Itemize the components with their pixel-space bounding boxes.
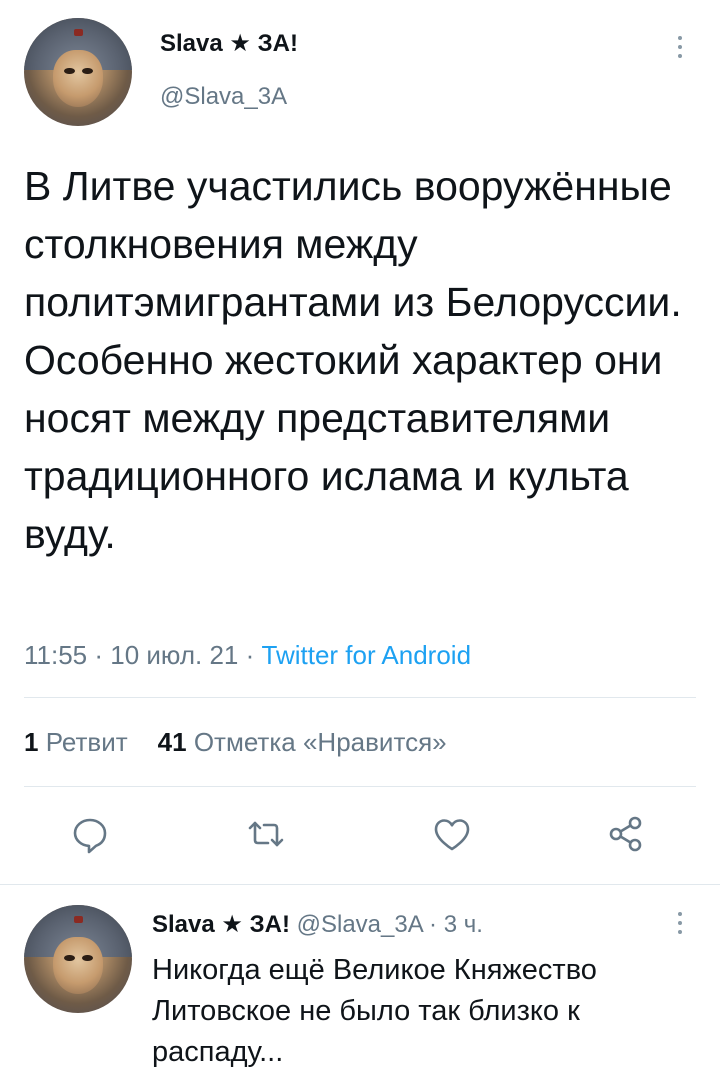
meta-separator: · xyxy=(87,640,111,670)
main-tweet: Slava ★ ЗА! @Slava_3A В Литве участились… xyxy=(0,0,720,885)
avatar[interactable] xyxy=(24,18,132,126)
avatar-badge xyxy=(73,915,84,924)
likes-stat[interactable]: 41 Отметка «Нравится» xyxy=(158,727,447,757)
author-display-name[interactable]: Slava ★ ЗА! xyxy=(160,29,298,58)
meta-separator: · xyxy=(422,911,444,938)
meta-separator: · xyxy=(238,640,262,670)
share-button[interactable] xyxy=(604,812,648,856)
avatar-face xyxy=(53,50,103,107)
reply-header: Slava ★ ЗА! @Slava_3A · 3 ч. xyxy=(152,910,483,939)
more-options-icon[interactable] xyxy=(675,36,685,63)
likes-count: 41 xyxy=(157,727,187,757)
tweet-meta: 11:55 · 10 июл. 21 · Twitter for Android xyxy=(24,640,471,671)
author-handle[interactable]: @Slava_3A xyxy=(160,83,287,111)
retweets-stat[interactable]: 1 Ретвит xyxy=(24,727,128,757)
reply-display-name[interactable]: Slava ★ ЗА! xyxy=(152,911,290,938)
tweet-source-link[interactable]: Twitter for Android xyxy=(262,640,472,670)
retweet-button[interactable] xyxy=(244,812,288,856)
avatar-eye xyxy=(63,67,75,75)
divider xyxy=(24,697,696,698)
tweet-separator xyxy=(0,884,720,885)
retweets-count: 1 xyxy=(24,727,39,757)
tweet-date: 10 июл. 21 xyxy=(110,640,239,670)
reply-handle[interactable]: @Slava_3A xyxy=(297,911,423,938)
likes-label: Отметка «Нравится» xyxy=(193,727,447,757)
tweet-text: В Литве участились вооружённые столкнове… xyxy=(24,163,682,557)
reply-text: Никогда ещё Великое Княжество Литовское … xyxy=(152,954,597,1068)
avatar-badge xyxy=(73,28,84,37)
reply-avatar[interactable] xyxy=(24,905,132,1013)
divider xyxy=(24,786,696,787)
avatar-face xyxy=(53,937,103,994)
like-icon xyxy=(434,819,470,851)
tweet-time: 11:55 xyxy=(24,640,88,670)
share-icon xyxy=(609,816,642,852)
reply-button[interactable] xyxy=(68,812,112,856)
tweet-stats: 1 Ретвит 41 Отметка «Нравится» xyxy=(24,727,447,758)
avatar-eye xyxy=(63,954,75,962)
reply-icon xyxy=(73,818,107,854)
reply-time: 3 ч. xyxy=(443,911,483,938)
retweets-label: Ретвит xyxy=(45,727,128,757)
like-button[interactable] xyxy=(430,812,474,856)
more-options-icon[interactable] xyxy=(675,912,685,939)
retweet-icon xyxy=(248,821,284,847)
